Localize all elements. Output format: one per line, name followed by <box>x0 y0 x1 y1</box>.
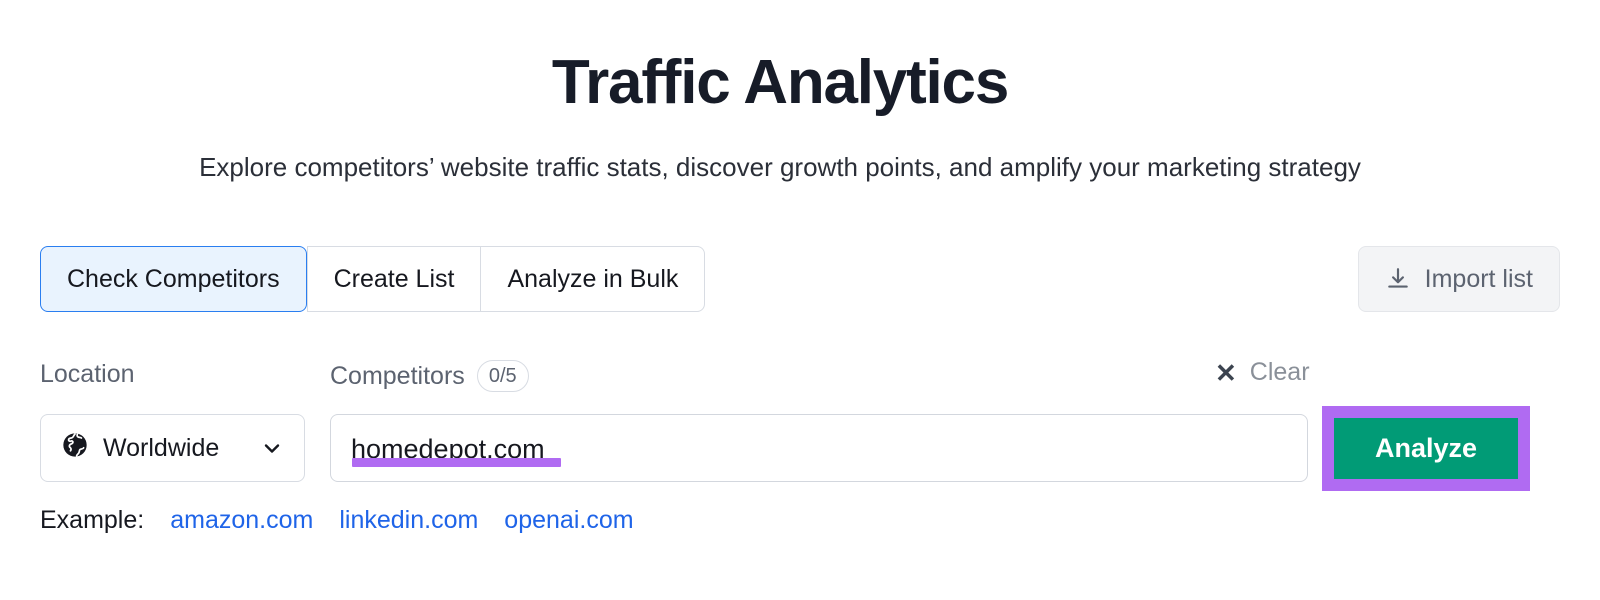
tab-create-list-label: Create List <box>333 264 455 293</box>
competitors-label: Competitors <box>330 361 465 390</box>
close-icon: ✕ <box>1215 357 1237 388</box>
competitors-count-badge: 0/5 <box>476 360 529 392</box>
example-label: Example: <box>40 506 145 534</box>
tab-check-competitors-label: Check Competitors <box>67 264 280 293</box>
globe-icon <box>61 431 89 466</box>
download-icon <box>1385 266 1411 292</box>
page-subtitle: Explore competitors’ website traffic sta… <box>199 152 1361 182</box>
example-link-amazon[interactable]: amazon.com <box>170 506 313 535</box>
import-list-label: Import list <box>1424 264 1533 293</box>
analyze-button[interactable]: Analyze <box>1334 418 1518 479</box>
import-list-button[interactable]: Import list <box>1357 246 1560 312</box>
location-value: Worldwide <box>103 433 220 462</box>
location-label: Location <box>40 360 135 388</box>
competitors-label-group: Competitors 0/5 <box>330 360 529 392</box>
clear-button[interactable]: ✕ Clear <box>1215 358 1310 387</box>
competitors-input[interactable]: homedepot.com <box>330 414 1308 482</box>
example-row: Example: amazon.com linkedin.com openai.… <box>40 506 634 535</box>
example-link-linkedin[interactable]: linkedin.com <box>339 506 478 535</box>
mode-tab-group: Check Competitors Create List Analyze in… <box>40 246 706 312</box>
location-select[interactable]: Worldwide <box>40 414 305 482</box>
chevron-down-icon <box>260 436 284 460</box>
tab-create-list[interactable]: Create List <box>306 246 481 312</box>
page-title: Traffic Analytics <box>551 48 1009 117</box>
example-link-openai[interactable]: openai.com <box>504 506 633 535</box>
traffic-analytics-page: Traffic Analytics Explore competitors’ w… <box>0 0 1600 600</box>
clear-label: Clear <box>1249 358 1310 386</box>
tab-analyze-in-bulk-label: Analyze in Bulk <box>507 264 679 293</box>
annotation-underline <box>352 458 561 467</box>
tab-check-competitors[interactable]: Check Competitors <box>40 246 307 312</box>
tab-analyze-in-bulk[interactable]: Analyze in Bulk <box>480 246 706 312</box>
